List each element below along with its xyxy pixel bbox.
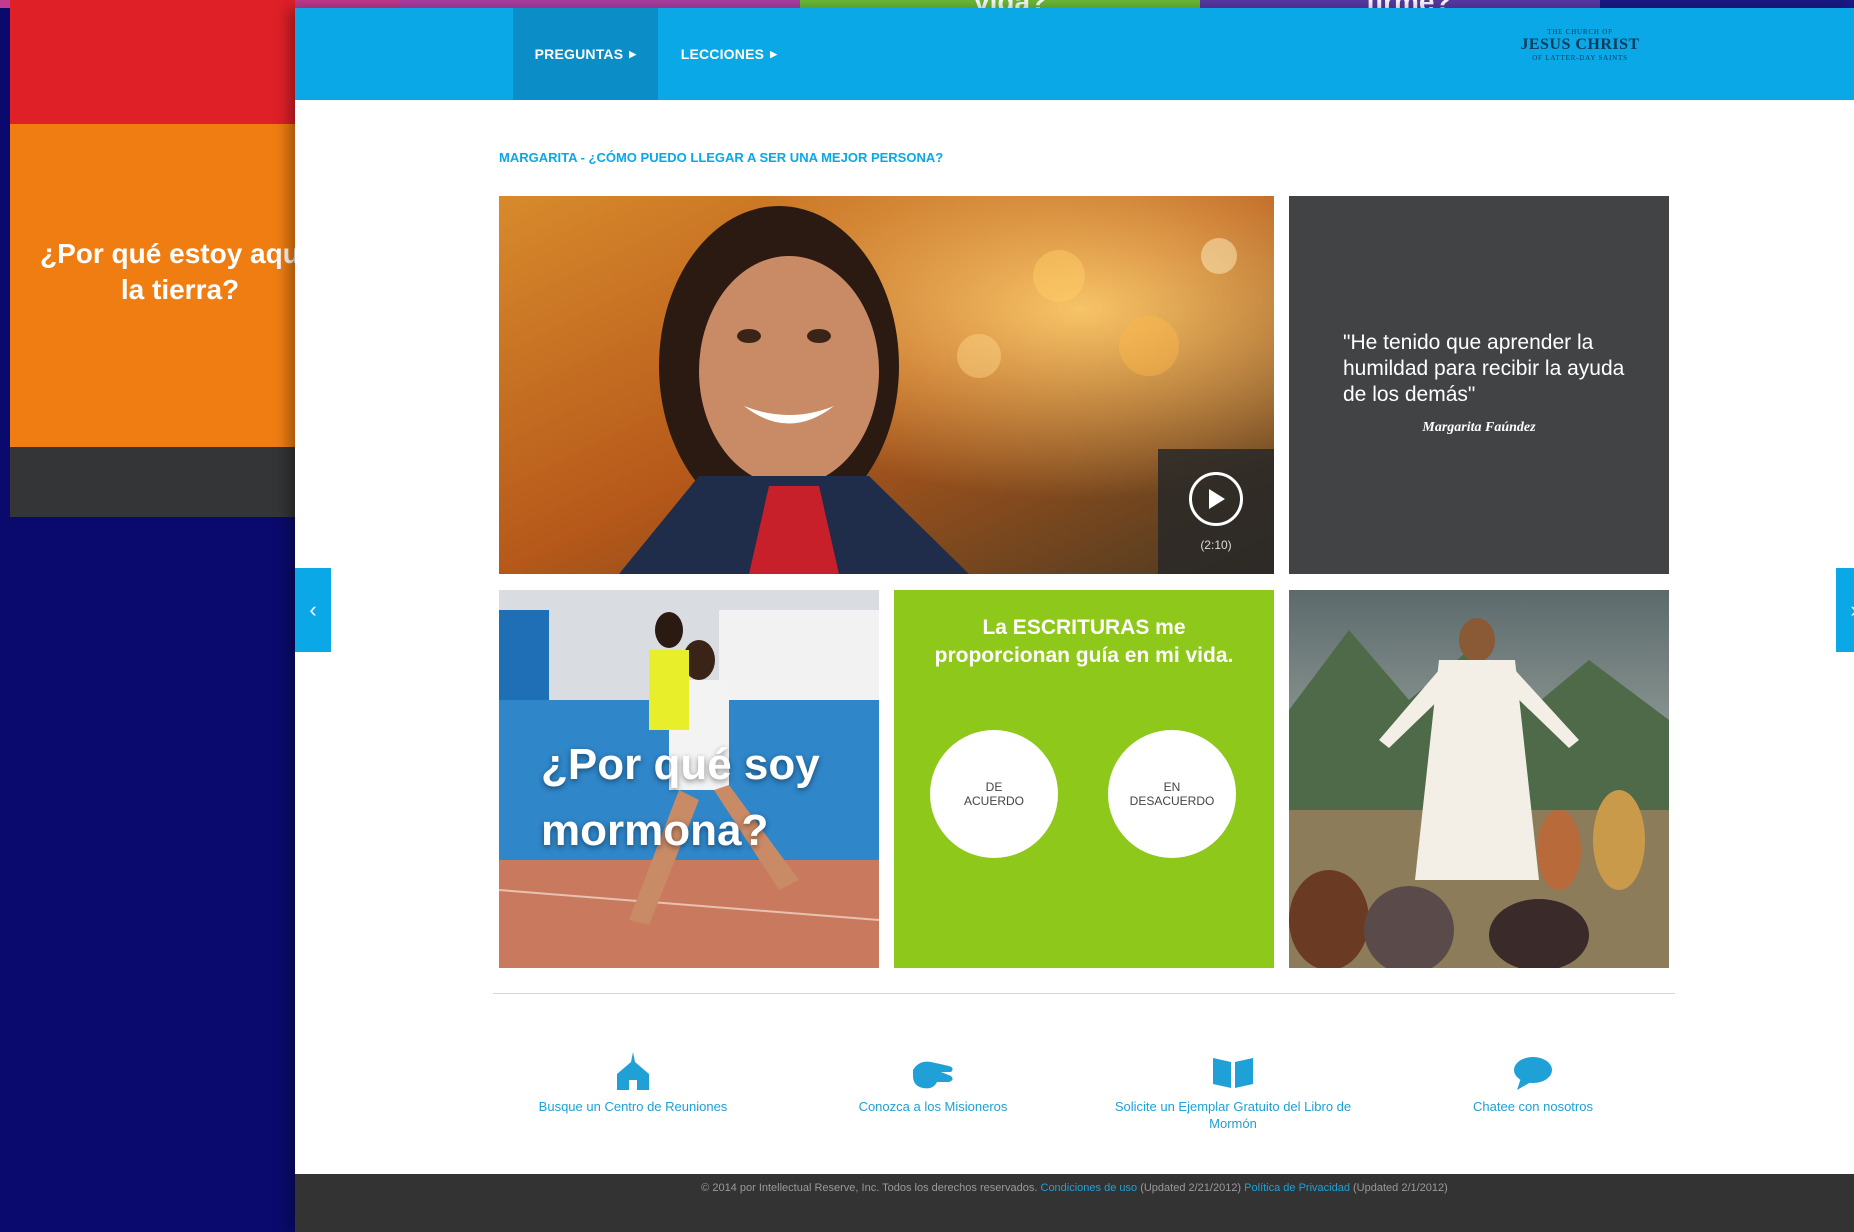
background-tile-question: ¿Por qué estoy aquí en la tierra?	[40, 238, 320, 305]
jesus-painting	[1289, 590, 1669, 968]
chevron-right-icon: ›	[1850, 597, 1854, 623]
caret-right-icon: ▶	[629, 48, 637, 59]
agree-button[interactable]: DE ACUERDO	[930, 730, 1058, 858]
main-page: PREGUNTAS ▶ LECCIONES ▶ THE CHURCH OF JE…	[295, 8, 1854, 1232]
runner-tile[interactable]: ¿Por qué soy mormona?	[499, 590, 879, 968]
action-request-book[interactable]: Solicite un Ejemplar Gratuito del Libro …	[1113, 1046, 1353, 1132]
painting-tile[interactable]	[1289, 590, 1669, 968]
action-meet-missionaries[interactable]: Conozca a los Misioneros	[813, 1046, 1053, 1115]
runner-title: ¿Por qué soy mormona?	[541, 740, 820, 855]
caret-right-icon: ▶	[770, 48, 778, 59]
hand-icon	[813, 1046, 1053, 1090]
disagree-button[interactable]: EN DESACUERDO	[1108, 730, 1236, 858]
footer-privacy-updated: (Updated 2/1/2012)	[1353, 1182, 1448, 1194]
nav-lecciones[interactable]: LECCIONES ▶	[658, 8, 800, 100]
site-header: PREGUNTAS ▶ LECCIONES ▶ THE CHURCH OF JE…	[295, 8, 1854, 100]
nav-preguntas-label: PREGUNTAS	[534, 46, 624, 62]
church-logo[interactable]: THE CHURCH OF JESUS CHRIST OF LATTER-DAY…	[1510, 28, 1650, 62]
action-find-meetinghouse[interactable]: Busque un Centro de Reuniones	[513, 1046, 753, 1115]
footer-terms-link[interactable]: Condiciones de uso	[1041, 1182, 1138, 1194]
page-breadcrumb[interactable]: MARGARITA - ¿CÓMO PUEDO LLEGAR A SER UNA…	[499, 150, 943, 165]
poll-question: La ESCRITURAS me proporcionan guía en mi…	[934, 616, 1234, 667]
background-tile-red	[10, 0, 295, 124]
quote-tile: "He tenido que aprender la humildad para…	[1289, 196, 1669, 574]
nav-lecciones-label: LECCIONES	[680, 46, 765, 62]
book-icon	[1113, 1046, 1353, 1090]
church-icon	[513, 1046, 753, 1090]
carousel-prev-button[interactable]: ‹	[295, 568, 331, 652]
chevron-left-icon: ‹	[309, 597, 317, 622]
footer-privacy-link[interactable]: Política de Privacidad	[1244, 1182, 1350, 1194]
play-icon	[1189, 471, 1243, 526]
video-duration: (2:10)	[1200, 537, 1232, 552]
footer-terms-updated: (Updated 2/21/2012)	[1140, 1182, 1242, 1194]
quote-text: "He tenido que aprender la humildad para…	[1343, 331, 1625, 406]
chat-icon	[1413, 1046, 1653, 1090]
poll-tile: La ESCRITURAS me proporcionan guía en mi…	[894, 590, 1274, 968]
nav-preguntas[interactable]: PREGUNTAS ▶	[513, 8, 658, 100]
section-divider	[493, 993, 1675, 994]
carousel-next-button[interactable]: ›	[1836, 568, 1854, 652]
quote-author: Margarita Faúndez	[1422, 420, 1536, 435]
site-footer: © 2014 por Intellectual Reserve, Inc. To…	[295, 1174, 1854, 1232]
play-video-button[interactable]: (2:10)	[1158, 449, 1274, 574]
footer-copyright: © 2014 por Intellectual Reserve, Inc. To…	[701, 1182, 1038, 1194]
background-tile-dark	[10, 447, 295, 517]
action-chat[interactable]: Chatee con nosotros	[1413, 1046, 1653, 1115]
video-tile[interactable]: (2:10)	[499, 196, 1274, 574]
